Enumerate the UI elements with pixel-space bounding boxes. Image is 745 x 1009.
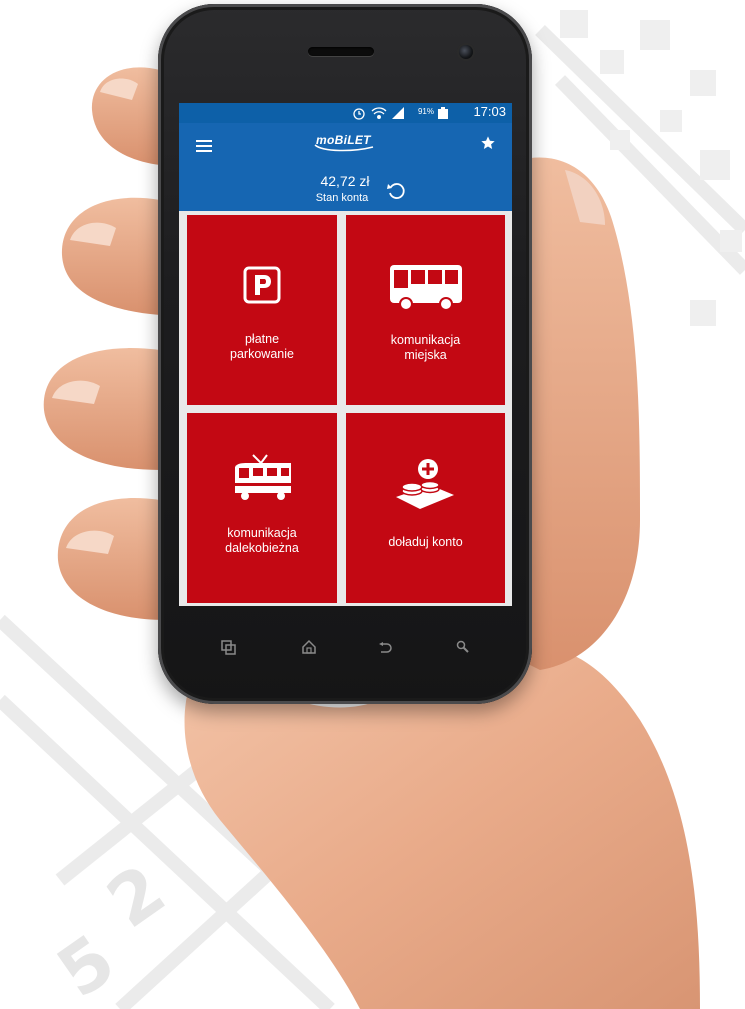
tile-label-line2: doładuj konto — [388, 535, 463, 549]
front-camera-icon — [459, 45, 473, 59]
home-icon[interactable] — [301, 639, 317, 655]
status-icons — [353, 107, 404, 120]
tile-label-line1: płatne — [244, 332, 280, 346]
account-balance: 42,72 zł — [320, 173, 370, 189]
earpiece-speaker — [308, 47, 374, 56]
status-time: 17:03 — [473, 104, 506, 119]
tile-label-line2: parkowanie — [230, 347, 294, 361]
tile-top-up-account[interactable]: doładuj konto — [346, 413, 505, 603]
wifi-icon — [371, 107, 387, 119]
tile-label-line2: miejska — [404, 348, 447, 362]
recent-apps-icon[interactable] — [221, 640, 237, 656]
tile-label-line1: komunikacja — [390, 333, 461, 347]
battery-icon — [438, 107, 448, 119]
train-icon — [235, 454, 291, 500]
app-bar: moBiLET 42,72 zł Stan konta — [179, 123, 512, 211]
favorites-star-icon[interactable] — [480, 135, 496, 151]
tile-label-line2: dalekobieżna — [225, 541, 299, 555]
hamburger-menu-icon[interactable] — [196, 140, 212, 152]
signal-icon — [392, 107, 404, 119]
logo-swoosh — [314, 144, 374, 152]
battery-percent: 91% — [417, 107, 434, 116]
back-icon[interactable] — [378, 641, 392, 655]
status-bar: 91% 17:03 — [179, 103, 512, 123]
phone-screen: 91% 17:03 moBiLET 42,72 zł Stan konta pł… — [179, 103, 512, 606]
coins-topup-icon — [396, 459, 454, 509]
parking-icon — [243, 266, 281, 304]
tile-paid-parking[interactable]: płatne parkowanie — [187, 215, 337, 405]
alarm-icon — [353, 108, 365, 120]
search-icon[interactable] — [456, 640, 470, 654]
bus-icon — [390, 265, 462, 311]
tile-city-transport[interactable]: komunikacja miejska — [346, 215, 505, 405]
refresh-icon[interactable] — [386, 181, 406, 201]
balance-caption: Stan konta — [315, 192, 369, 204]
tile-long-distance-transport[interactable]: komunikacja dalekobieżna — [187, 413, 337, 603]
tile-label-line1: komunikacja — [227, 526, 297, 540]
